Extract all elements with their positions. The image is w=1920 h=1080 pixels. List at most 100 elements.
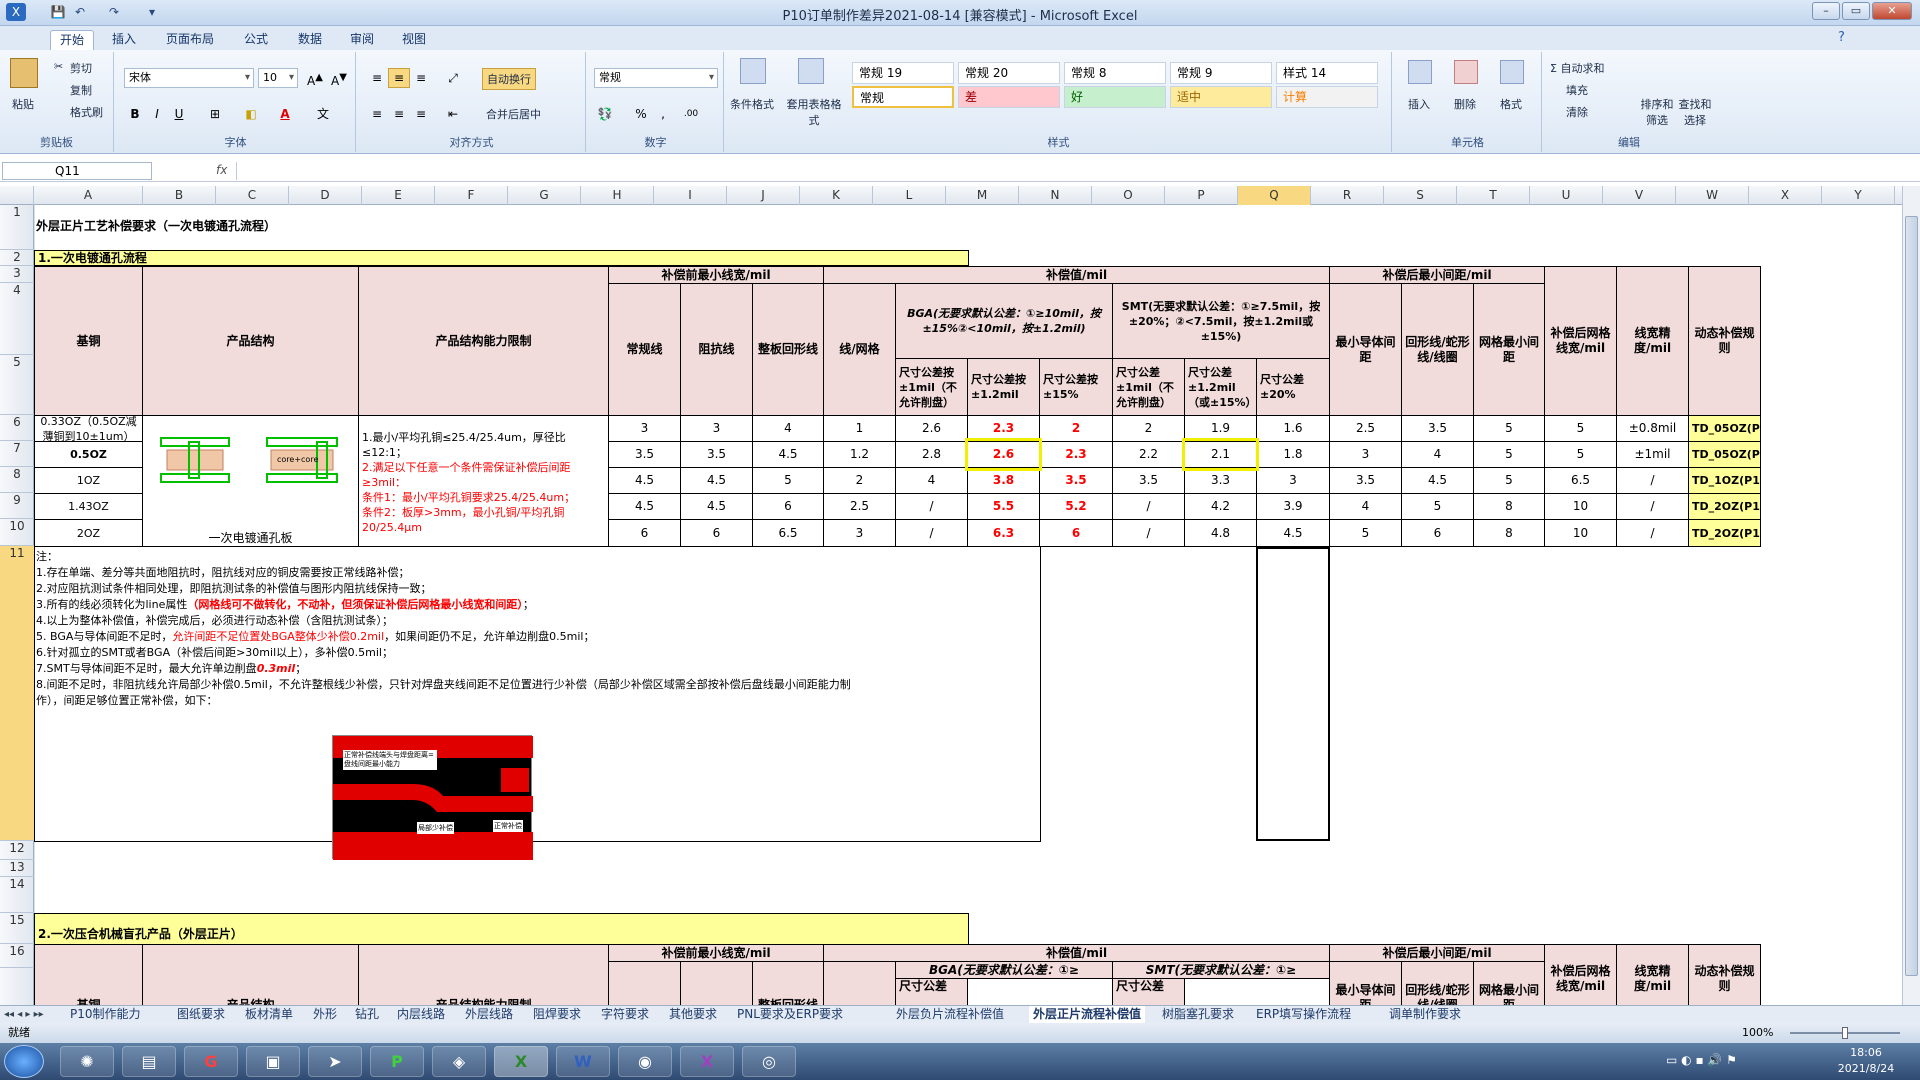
zoom-slider-thumb[interactable] xyxy=(1842,1027,1848,1039)
paste-icon[interactable] xyxy=(10,58,38,88)
data-cell-r10-c0[interactable]: 2OZ xyxy=(34,519,143,547)
data-cell-r7-c12[interactable]: 4 xyxy=(1401,441,1474,468)
scroll-thumb[interactable] xyxy=(1905,216,1918,976)
sheet-tab-7[interactable]: 阻焊要求 xyxy=(533,1006,581,1023)
sheet-tab-14[interactable]: ERP填写操作流程 xyxy=(1256,1006,1351,1023)
data-cell-r6-c12[interactable]: 3.5 xyxy=(1401,415,1474,442)
data-cell-r6-c5[interactable]: 2.6 xyxy=(895,415,968,442)
sheet-tab-0[interactable]: P10制作能力 xyxy=(70,1006,141,1023)
shrink-font-icon[interactable]: A▼ xyxy=(328,68,350,88)
data-cell-r8-c14[interactable]: 6.5 xyxy=(1544,467,1617,494)
data-cell-r6-c3[interactable]: 4 xyxy=(752,415,824,442)
format-cells-button[interactable]: 格式 xyxy=(1500,96,1522,112)
vertical-scrollbar[interactable] xyxy=(1902,186,1920,1005)
data-cell-r8-c5[interactable]: 4 xyxy=(895,467,968,494)
data-cell-r10-c15[interactable]: / xyxy=(1616,519,1689,547)
data-cell-r9-c10[interactable]: 3.9 xyxy=(1256,493,1330,520)
data-cell-r8-c12[interactable]: 4.5 xyxy=(1401,467,1474,494)
number-format-combo[interactable]: 常规 xyxy=(594,68,718,88)
column-header-w[interactable]: W xyxy=(1676,186,1749,205)
column-header-j[interactable]: J xyxy=(727,186,800,205)
data-cell-r9-c14[interactable]: 10 xyxy=(1544,493,1617,520)
data-cell-r10-c4[interactable]: 3 xyxy=(823,519,896,547)
cell-style-4[interactable]: 样式 14 xyxy=(1276,62,1378,84)
sheet-tab-1[interactable]: 图纸要求 xyxy=(177,1006,225,1023)
worksheet-grid[interactable]: 外层正片工艺补偿要求（一次电镀通孔流程） 1.一次电镀通孔流程 基铜 产品结构 … xyxy=(34,205,1902,1005)
data-cell-r6-c16[interactable]: TD_05OZ(P10) xyxy=(1688,415,1761,442)
column-header-d[interactable]: D xyxy=(289,186,362,205)
column-header-t[interactable]: T xyxy=(1457,186,1530,205)
sheet-tab-10[interactable]: PNL要求及ERP要求 xyxy=(737,1006,843,1023)
underline-button[interactable]: U xyxy=(168,104,190,124)
column-header-v[interactable]: V xyxy=(1603,186,1676,205)
data-cell-r10-c3[interactable]: 6.5 xyxy=(752,519,824,547)
data-cell-r10-c16[interactable]: TD_2OZ(P10) xyxy=(1688,519,1761,547)
tab-formulas[interactable]: 公式 xyxy=(236,30,276,50)
tray-icons[interactable]: ▭ ◐ ▪ 🔊 ⚑ xyxy=(1666,1053,1737,1067)
data-cell-r10-c10[interactable]: 4.5 xyxy=(1256,519,1330,547)
data-cell-r6-c10[interactable]: 1.6 xyxy=(1256,415,1330,442)
copy-button[interactable]: 复制 xyxy=(70,82,92,98)
data-cell-r9-c3[interactable]: 6 xyxy=(752,493,824,520)
start-button-icon[interactable] xyxy=(4,1045,44,1078)
maximize-button[interactable]: ▭ xyxy=(1842,2,1870,20)
fill-color-icon[interactable]: ◧ xyxy=(240,104,262,124)
data-cell-r6-c7[interactable]: 2 xyxy=(1039,415,1113,442)
data-cell-r8-c16[interactable]: TD_1OZ(P10) xyxy=(1688,467,1761,494)
taskbar-x-icon[interactable]: X xyxy=(680,1046,734,1077)
cell-style-2[interactable]: 常规 8 xyxy=(1064,62,1166,84)
align-right-icon[interactable]: ≡ xyxy=(410,104,432,124)
bold-button[interactable]: B xyxy=(124,104,146,124)
data-cell-r10-c12[interactable]: 6 xyxy=(1401,519,1474,547)
clear-button[interactable]: 清除 xyxy=(1566,104,1588,120)
data-cell-r7-c1[interactable]: 3.5 xyxy=(608,441,681,468)
data-cell-r10-c13[interactable]: 8 xyxy=(1473,519,1545,547)
minimize-button[interactable]: – xyxy=(1812,2,1840,20)
tab-home[interactable]: 开始 xyxy=(50,30,94,50)
decimal-icon[interactable]: .00 xyxy=(680,104,702,124)
font-color-icon[interactable]: A xyxy=(274,104,296,124)
column-header-a[interactable]: A xyxy=(34,186,143,205)
data-cell-r7-c13[interactable]: 5 xyxy=(1473,441,1545,468)
wrap-text-button[interactable]: 自动换行 xyxy=(482,68,536,90)
cell-style-0[interactable]: 常规 19 xyxy=(852,62,954,84)
cell-style-6[interactable]: 差 xyxy=(958,86,1060,108)
data-cell-r7-c3[interactable]: 4.5 xyxy=(752,441,824,468)
data-cell-r10-c8[interactable]: / xyxy=(1112,519,1185,547)
sheet-tab-9[interactable]: 其他要求 xyxy=(669,1006,717,1023)
font-name-combo[interactable]: 宋体 xyxy=(124,68,254,88)
orientation-icon[interactable]: ⤢ xyxy=(442,68,464,88)
data-cell-r7-c11[interactable]: 3 xyxy=(1329,441,1402,468)
tab-review[interactable]: 审阅 xyxy=(342,30,382,50)
column-header-b[interactable]: B xyxy=(143,186,216,205)
data-cell-r10-c7[interactable]: 6 xyxy=(1039,519,1113,547)
delete-cells-button[interactable]: 删除 xyxy=(1454,96,1476,112)
taskbar-excel-icon[interactable]: X xyxy=(494,1046,548,1077)
sheet-tab-2[interactable]: 板材清单 xyxy=(245,1006,293,1023)
column-header-e[interactable]: E xyxy=(362,186,435,205)
border-icon[interactable]: ⊞ xyxy=(204,104,226,124)
data-cell-r10-c14[interactable]: 10 xyxy=(1544,519,1617,547)
tab-page-layout[interactable]: 页面布局 xyxy=(160,30,220,50)
data-cell-r10-c6[interactable]: 6.3 xyxy=(967,519,1040,547)
indent-icon[interactable]: ⇤ xyxy=(442,104,464,124)
column-header-k[interactable]: K xyxy=(800,186,873,205)
sheet-tab-15[interactable]: 调单制作要求 xyxy=(1389,1006,1461,1023)
taskbar-messenger-icon[interactable]: ➤ xyxy=(308,1046,362,1077)
data-cell-r8-c11[interactable]: 3.5 xyxy=(1329,467,1402,494)
data-cell-r8-c9[interactable]: 3.3 xyxy=(1184,467,1257,494)
data-cell-r6-c2[interactable]: 3 xyxy=(680,415,753,442)
data-cell-r9-c12[interactable]: 5 xyxy=(1401,493,1474,520)
format-painter-button[interactable]: 格式刷 xyxy=(70,104,103,120)
data-cell-r8-c4[interactable]: 2 xyxy=(823,467,896,494)
taskbar-app-12-icon[interactable]: ◎ xyxy=(742,1046,796,1077)
column-header-r[interactable]: R xyxy=(1311,186,1384,205)
data-cell-r7-c14[interactable]: 5 xyxy=(1544,441,1617,468)
data-cell-r7-c5[interactable]: 2.8 xyxy=(895,441,968,468)
data-cell-r9-c5[interactable]: / xyxy=(895,493,968,520)
data-cell-r8-c13[interactable]: 5 xyxy=(1473,467,1545,494)
taskbar-p-icon[interactable]: P xyxy=(370,1046,424,1077)
data-cell-r8-c15[interactable]: / xyxy=(1616,467,1689,494)
tab-view[interactable]: 视图 xyxy=(394,30,434,50)
data-cell-r9-c11[interactable]: 4 xyxy=(1329,493,1402,520)
